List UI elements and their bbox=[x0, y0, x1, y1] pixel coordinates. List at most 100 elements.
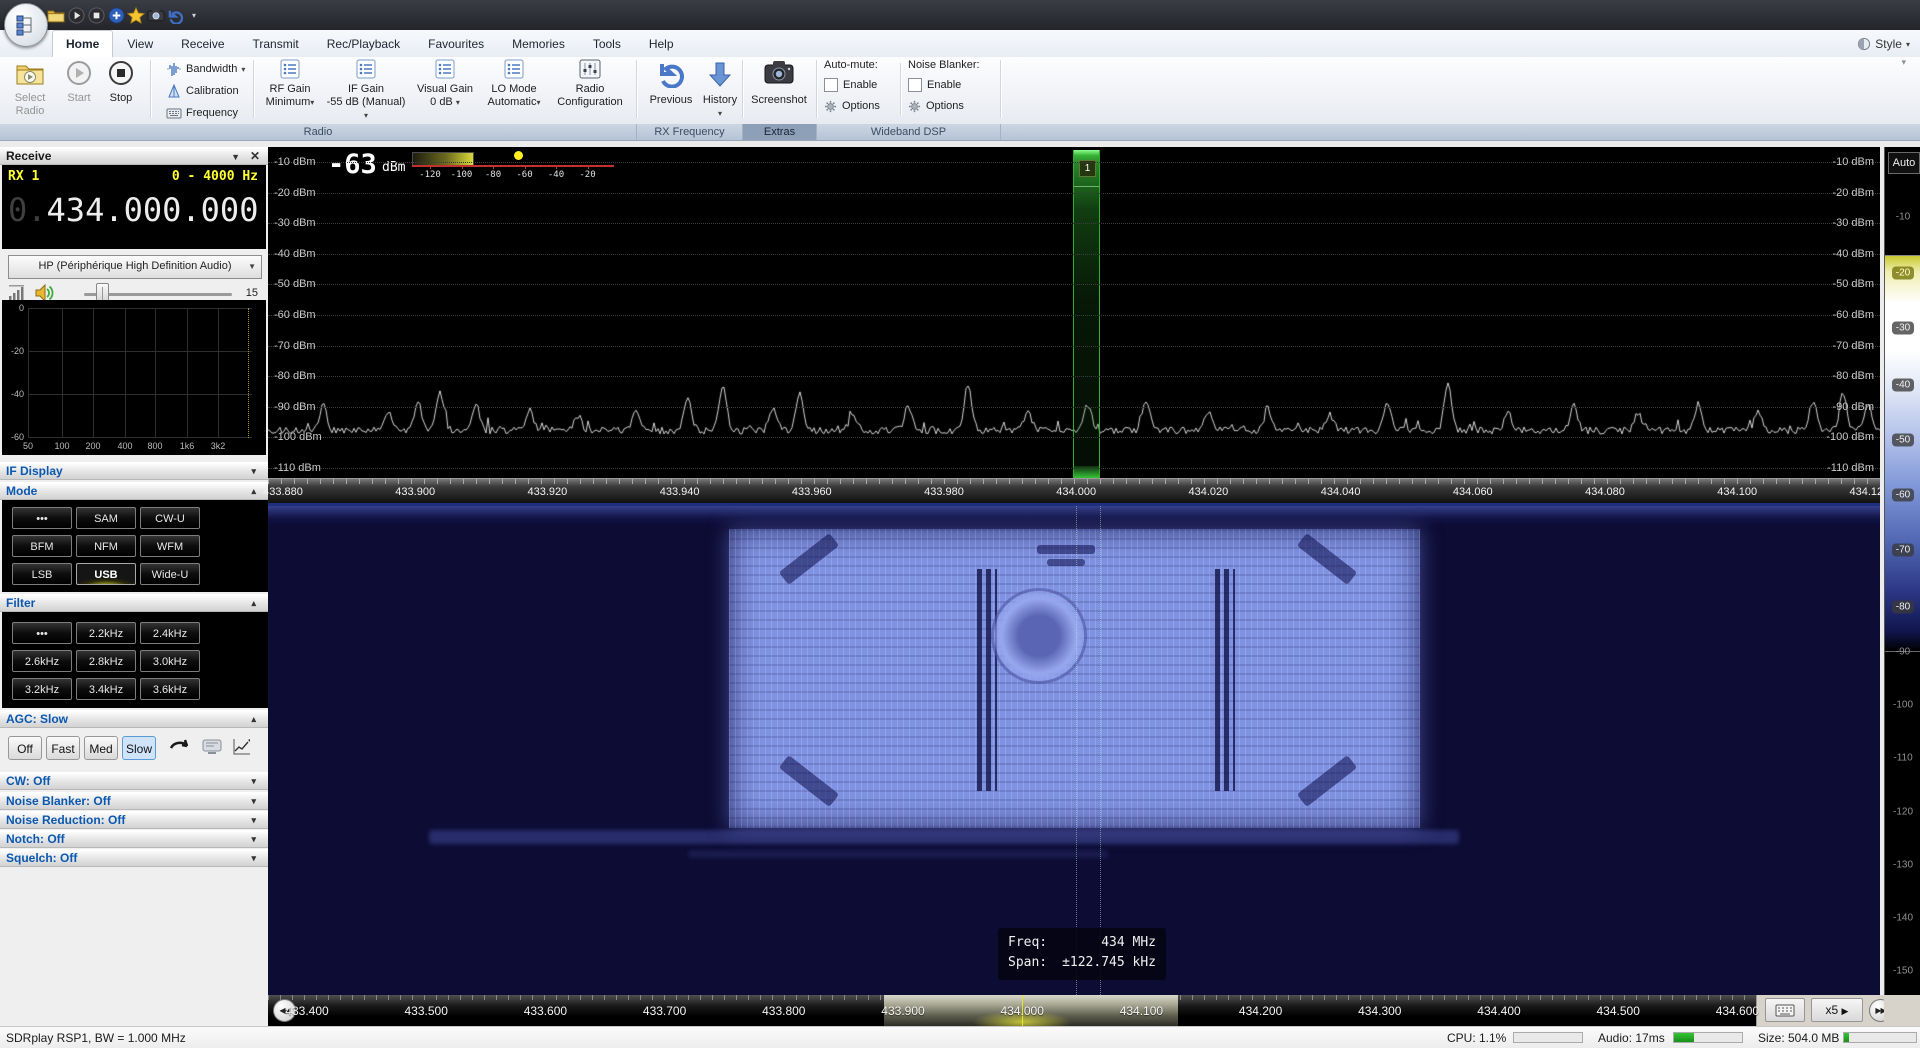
mode-button-bfm[interactable]: BFM bbox=[12, 535, 72, 557]
tab-transmit[interactable]: Transmit bbox=[239, 30, 313, 57]
ribbon-collapse-caret-icon[interactable]: ▾ bbox=[1901, 57, 1906, 68]
mode-button-wfm[interactable]: WFM bbox=[140, 535, 200, 557]
mode-button-cwu[interactable]: CW-U bbox=[140, 507, 200, 529]
bandwidth-label: Bandwidth bbox=[186, 63, 237, 75]
lo-mode-button[interactable]: LO Mode Automatic▾ bbox=[482, 59, 546, 109]
mode-button-usb[interactable]: USB bbox=[76, 563, 136, 585]
style-menu[interactable]: Style ▾ bbox=[1857, 34, 1910, 54]
open-folder-icon[interactable] bbox=[46, 5, 66, 25]
calibration-button[interactable]: Calibration bbox=[166, 81, 252, 101]
bandwidth-button[interactable]: Bandwidth▾ bbox=[166, 59, 252, 79]
filter-button-22khz[interactable]: 2.2kHz bbox=[76, 622, 136, 644]
auto-mute-column: Auto-mute: Enable Options bbox=[824, 57, 896, 115]
tuning-marker-band[interactable]: 1 bbox=[1073, 150, 1100, 478]
section-notch[interactable]: Notch: Off▾ bbox=[0, 830, 268, 848]
section-filter[interactable]: Filter▴ bbox=[0, 594, 268, 612]
filter-button-36khz[interactable]: 3.6kHz bbox=[140, 678, 200, 700]
af-spectrum-graph[interactable]: 501002004008001k63k20-20-40-60 bbox=[2, 300, 266, 455]
waterfall-display[interactable]: Freq:434 MHz Span:±122.745 kHz bbox=[268, 506, 1880, 995]
filter-button-[interactable]: ••• bbox=[12, 622, 72, 644]
tab-memories[interactable]: Memories bbox=[498, 30, 579, 57]
agc-button-off[interactable]: Off bbox=[8, 736, 42, 760]
auto-scale-button[interactable]: Auto bbox=[1888, 152, 1920, 174]
db-gradient-bar[interactable] bbox=[1885, 255, 1920, 652]
auto-mute-options-button[interactable]: Options bbox=[824, 97, 896, 115]
start-button[interactable]: Start bbox=[60, 59, 98, 105]
band-navigation-bar[interactable]: ◀◀ x5 ▶ ▶▶ 433.400433.500433.600433.7004… bbox=[268, 995, 1884, 1026]
start-label: Start bbox=[67, 92, 90, 104]
agc-undo-icon[interactable] bbox=[168, 738, 190, 756]
mode-button-nfm[interactable]: NFM bbox=[76, 535, 136, 557]
agc-button-slow[interactable]: Slow bbox=[122, 736, 156, 760]
section-agc[interactable]: AGC: Slow▴ bbox=[0, 710, 268, 728]
af-gridline-h bbox=[28, 394, 252, 395]
qat-dropdown-caret-icon[interactable]: ▾ bbox=[184, 5, 204, 25]
camera-icon[interactable] bbox=[146, 5, 166, 25]
select-radio-button[interactable]: SelectRadio bbox=[4, 59, 56, 118]
application-button[interactable] bbox=[4, 3, 48, 47]
filter-button-34khz[interactable]: 3.4kHz bbox=[76, 678, 136, 700]
play-icon[interactable] bbox=[66, 5, 86, 25]
frequency-button[interactable]: Frequency bbox=[166, 103, 252, 123]
frequency-display[interactable]: 0.434.000.000 bbox=[8, 191, 258, 229]
section-mode[interactable]: Mode▴ bbox=[0, 482, 268, 500]
tab-view[interactable]: View bbox=[113, 30, 167, 57]
filter-button-24khz[interactable]: 2.4kHz bbox=[140, 622, 200, 644]
favourite-icon[interactable] bbox=[126, 5, 146, 25]
stop-icon[interactable] bbox=[86, 5, 106, 25]
section-squelch[interactable]: Squelch: Off▾ bbox=[0, 849, 268, 867]
tab-home[interactable]: Home bbox=[52, 30, 113, 57]
noise-blanker-enable-checkbox[interactable]: Enable bbox=[908, 76, 994, 94]
filter-button-30khz[interactable]: 3.0kHz bbox=[140, 650, 200, 672]
select-caret-icon: ▼ bbox=[248, 256, 256, 277]
audio-device-select[interactable]: HP (Périphérique High Definition Audio) … bbox=[8, 255, 262, 279]
span-value: ±122.745 kHz bbox=[1062, 953, 1156, 973]
agc-monitor-icon[interactable] bbox=[202, 739, 222, 755]
frequency-display-panel[interactable]: RX 1 0 - 4000 Hz 0.434.000.000 bbox=[2, 165, 266, 249]
agc-button-fast[interactable]: Fast bbox=[46, 736, 80, 760]
spectrum-frequency-axis[interactable]: 433.880433.900433.920433.940433.960433.9… bbox=[268, 478, 1880, 504]
undo-icon[interactable] bbox=[165, 5, 185, 25]
mode-button-wideu[interactable]: Wide-U bbox=[140, 563, 200, 585]
noise-blanker-options-button[interactable]: Options bbox=[908, 97, 994, 115]
keyboard-entry-button[interactable] bbox=[1765, 998, 1805, 1022]
frequency-axis-label: 434.080 bbox=[1585, 486, 1625, 498]
visual-gain-button[interactable]: Visual Gain 0 dB ▾ bbox=[412, 59, 478, 109]
history-button[interactable]: History▾ bbox=[700, 59, 740, 120]
mini-scale-tick bbox=[588, 165, 589, 169]
rf-gain-title: RF Gain bbox=[270, 83, 311, 95]
add-icon[interactable] bbox=[106, 5, 126, 25]
zoom-x5-button[interactable]: x5 ▶ bbox=[1811, 998, 1863, 1022]
mode-button-sam[interactable]: SAM bbox=[76, 507, 136, 529]
select-radio-label: SelectRadio bbox=[15, 92, 46, 117]
filter-button-28khz[interactable]: 2.8kHz bbox=[76, 650, 136, 672]
screenshot-button[interactable]: Screenshot bbox=[748, 59, 810, 107]
agc-button-med[interactable]: Med bbox=[84, 736, 118, 760]
tab-help[interactable]: Help bbox=[635, 30, 688, 57]
rf-gain-button[interactable]: RF Gain Minimum▾ bbox=[258, 59, 322, 109]
panel-close-icon[interactable]: ✕ bbox=[250, 148, 260, 165]
section-cw[interactable]: CW: Off▾ bbox=[0, 772, 268, 790]
filter-button-26khz[interactable]: 2.6kHz bbox=[12, 650, 72, 672]
if-gain-button[interactable]: IF Gain -55 dB (Manual) ▾ bbox=[324, 59, 408, 122]
tab-favourites[interactable]: Favourites bbox=[414, 30, 498, 57]
filter-button-32khz[interactable]: 3.2kHz bbox=[12, 678, 72, 700]
receive-panel-header[interactable]: Receive ▼ ✕ bbox=[0, 147, 268, 165]
section-noise-blanker[interactable]: Noise Blanker: Off▾ bbox=[0, 792, 268, 810]
tab-receive[interactable]: Receive bbox=[167, 30, 238, 57]
band-frequency-label: 433.700 bbox=[643, 1004, 686, 1018]
tab-tools[interactable]: Tools bbox=[579, 30, 635, 57]
radio-configuration-button[interactable]: Radio Configuration bbox=[550, 59, 630, 109]
auto-mute-enable-checkbox[interactable]: Enable bbox=[824, 76, 896, 94]
tab-recplayback[interactable]: Rec/Playback bbox=[313, 30, 414, 57]
rf-spectrum-display[interactable]: 1 -63 dBm -120-100-80-60-40-20 -10 dBm-1… bbox=[268, 147, 1880, 478]
section-if-display[interactable]: IF Display▾ bbox=[0, 462, 268, 480]
section-noise-reduction[interactable]: Noise Reduction: Off▾ bbox=[0, 811, 268, 829]
previous-frequency-button[interactable]: Previous bbox=[642, 59, 700, 107]
mode-button-[interactable]: ••• bbox=[12, 507, 72, 529]
agc-graph-icon[interactable] bbox=[232, 738, 252, 756]
stop-button[interactable]: Stop bbox=[102, 59, 140, 105]
panel-dropdown-icon[interactable]: ▼ bbox=[231, 149, 240, 166]
db-scale-column[interactable]: Auto -10-20-30-40-50-60-70-80-90-100-110… bbox=[1884, 147, 1920, 995]
mode-button-lsb[interactable]: LSB bbox=[12, 563, 72, 585]
